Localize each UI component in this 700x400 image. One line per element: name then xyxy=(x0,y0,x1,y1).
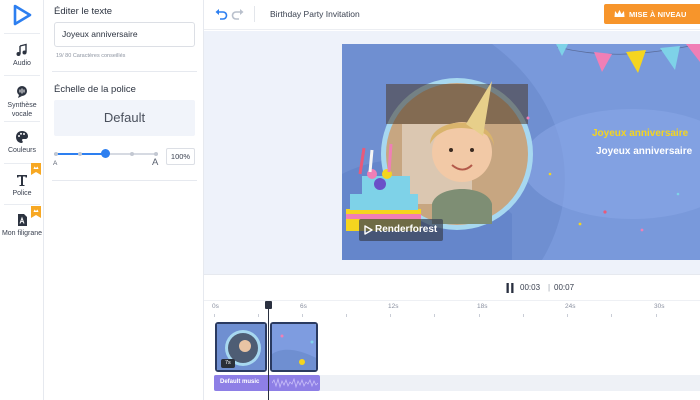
crown-icon xyxy=(614,10,625,17)
total-time: 00:07 xyxy=(554,283,575,292)
rail-label-audio: Audio xyxy=(13,60,31,67)
ruler-tick xyxy=(390,314,391,317)
slider-step xyxy=(130,152,134,156)
scene-clip-2[interactable] xyxy=(270,322,318,372)
music-note-icon xyxy=(16,43,27,56)
scene-title-yellow[interactable]: Joyeux anniversaire xyxy=(592,128,688,139)
music-label: Default music xyxy=(220,379,260,385)
font-scale-heading: Échelle de la police xyxy=(54,84,136,95)
pause-icon[interactable] xyxy=(506,283,514,293)
voice-synthesis-icon xyxy=(17,86,27,98)
time-separator: | xyxy=(548,283,551,292)
ruler-label: 18s xyxy=(477,303,488,310)
project-title: Birthday Party Invitation xyxy=(270,9,360,19)
rail-divider xyxy=(4,204,40,205)
rail-divider xyxy=(4,75,40,76)
top-bar: Birthday Party Invitation MISE À NIVEAU xyxy=(204,0,700,30)
ruler-label: 12s xyxy=(388,303,399,310)
clip-thumbnail-image xyxy=(272,324,316,370)
rail-divider xyxy=(4,33,40,34)
redo-icon[interactable] xyxy=(231,7,245,21)
left-rail: Audio Synthèse vocale Couleurs Police Mo… xyxy=(0,0,44,400)
watermark-badge: Renderforest xyxy=(359,219,443,241)
panel-divider xyxy=(52,180,197,181)
text-settings-panel: Éditer le texte Joyeux anniversaire 19/ … xyxy=(44,0,204,400)
ruler-tick xyxy=(611,314,612,317)
clip-duration-badge: 7s xyxy=(221,359,235,368)
watermark-logo-icon xyxy=(364,225,373,235)
toolbar-divider xyxy=(254,6,255,22)
ruler-label: 0s xyxy=(212,303,219,310)
ruler-tick xyxy=(346,314,347,317)
slider-thumb[interactable] xyxy=(101,149,110,158)
preview-stage: Joyeux anniversaire Joyeux anniversaire … xyxy=(204,31,700,274)
undo-icon[interactable] xyxy=(214,7,228,21)
panel-divider xyxy=(52,71,197,72)
premium-bookmark-icon xyxy=(31,163,41,175)
ruler-tick xyxy=(302,314,303,317)
timeline: 0s 6s 12s 18s 24s 30s 7s Default music xyxy=(204,300,700,400)
slider-step xyxy=(78,152,82,156)
scene-clip-1[interactable]: 7s xyxy=(215,322,267,372)
ruler-label: 24s xyxy=(565,303,576,310)
rail-label-watermark: Mon filigrane xyxy=(1,230,43,237)
rail-label-font: Police xyxy=(12,190,32,197)
rail-item-colors[interactable]: Couleurs xyxy=(0,130,44,155)
ruler-tick xyxy=(258,314,259,317)
rail-item-font[interactable]: Police xyxy=(0,173,44,198)
playhead-handle[interactable] xyxy=(265,301,272,309)
playhead[interactable] xyxy=(268,305,269,400)
scale-percent-input[interactable]: 100% xyxy=(166,148,195,165)
current-time: 00:03 xyxy=(520,283,541,292)
rail-label-voice: Synthèse vocale xyxy=(7,102,37,118)
premium-bookmark-icon xyxy=(31,206,41,218)
ruler-label: 6s xyxy=(300,303,307,310)
palette-icon xyxy=(16,131,28,143)
app-logo-icon[interactable] xyxy=(11,4,33,26)
scene-preview[interactable]: Joyeux anniversaire Joyeux anniversaire … xyxy=(342,44,700,260)
character-hint: 19/ 80 Caractères conseillés xyxy=(56,53,126,59)
rail-item-audio[interactable]: Audio xyxy=(0,43,44,68)
rail-item-voice-synthesis[interactable]: Synthèse vocale xyxy=(0,85,44,119)
rail-label-colors: Couleurs xyxy=(7,147,36,154)
upgrade-button[interactable]: MISE À NIVEAU xyxy=(604,4,700,24)
ruler-tick xyxy=(214,314,215,317)
watermark-text: Renderforest xyxy=(375,224,438,235)
ruler-tick xyxy=(523,314,524,317)
playback-bar: 00:03 | 00:07 xyxy=(204,274,700,300)
edit-text-heading: Éditer le texte xyxy=(54,6,113,17)
ruler-tick xyxy=(479,314,480,317)
slider-step xyxy=(154,152,158,156)
slider-step xyxy=(54,152,58,156)
upgrade-label: MISE À NIVEAU xyxy=(629,10,687,19)
music-clip[interactable]: Default music xyxy=(214,375,320,391)
editor-app: Audio Synthèse vocale Couleurs Police Mo… xyxy=(0,0,700,400)
scene-title-white[interactable]: Joyeux anniversaire xyxy=(596,146,692,157)
watermark-icon xyxy=(18,214,27,226)
scale-max-label: A xyxy=(152,157,159,168)
ruler-tick xyxy=(656,314,657,317)
text-input[interactable]: Joyeux anniversaire xyxy=(54,22,195,47)
font-preview[interactable]: Default xyxy=(54,100,195,136)
scale-min-label: A xyxy=(53,160,58,167)
rail-divider xyxy=(4,121,40,122)
ruler-tick xyxy=(434,314,435,317)
audio-waveform-icon xyxy=(272,377,318,389)
font-icon xyxy=(17,175,27,186)
ruler-tick xyxy=(567,314,568,317)
ruler-label: 30s xyxy=(654,303,665,310)
